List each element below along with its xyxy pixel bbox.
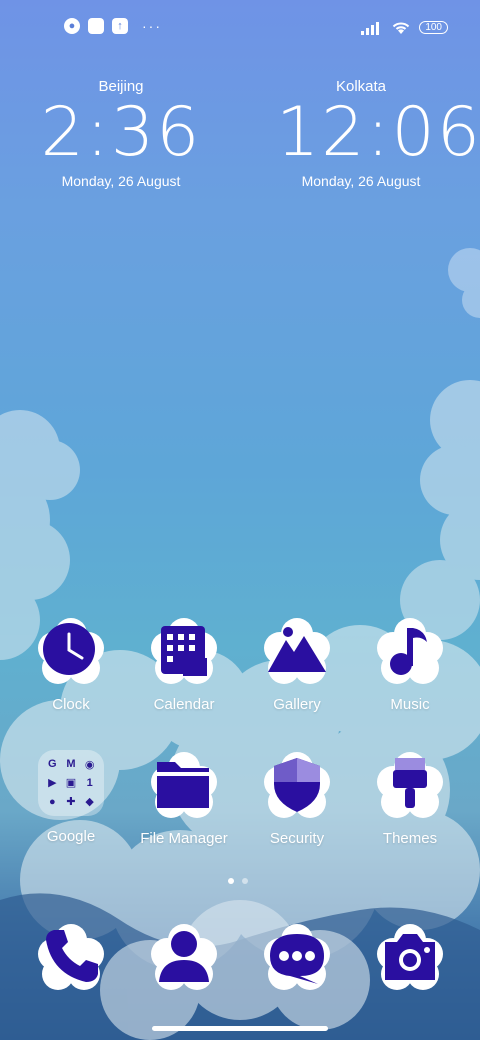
gmail-mini-icon: M — [66, 758, 76, 771]
dock-phone[interactable] — [16, 924, 126, 990]
gmail-mini-icon: G — [48, 758, 57, 771]
phone-icon — [46, 930, 98, 982]
app-label: Gallery — [273, 696, 321, 713]
gallery-icon — [268, 627, 326, 672]
app-folder-google[interactable]: G M ◉ ▶ ▣ 1 ● ✚ ◆ Google — [16, 750, 126, 845]
app-calendar[interactable]: Calendar — [129, 618, 239, 713]
app-label: Music — [390, 696, 430, 713]
app-music[interactable]: Music — [355, 618, 465, 713]
folder-icon — [157, 762, 209, 808]
camera-icon — [385, 934, 435, 980]
app-themes[interactable]: Themes — [355, 752, 465, 847]
page-dot — [242, 878, 248, 884]
calendar-icon — [161, 626, 207, 676]
dock-messages[interactable] — [242, 924, 352, 990]
clock-date: Monday, 26 August — [61, 173, 181, 189]
meet-mini-icon: ▣ — [65, 777, 77, 790]
square-notification-icon — [88, 18, 104, 34]
clock-widget-kolkata[interactable]: Kolkata 12:06 Monday, 26 August — [276, 78, 480, 189]
app-label: Google — [46, 828, 96, 845]
app-file-manager[interactable]: File Manager — [129, 752, 239, 847]
app-security[interactable]: Security — [242, 752, 352, 847]
status-bar: ● ↑ ··· 100 — [0, 14, 480, 42]
upload-icon: ↑ — [112, 18, 128, 34]
more-notifications-icon: ··· — [142, 18, 162, 34]
paint-brush-icon — [393, 758, 427, 808]
battery-indicator: 100 — [419, 21, 448, 34]
shield-icon — [274, 758, 320, 812]
one-mini-icon: 1 — [86, 776, 93, 789]
music-icon — [390, 628, 427, 675]
dock-camera[interactable] — [355, 924, 465, 990]
messages-icon — [270, 934, 324, 984]
app-label: Clock — [52, 696, 90, 713]
pay-mini-icon: ✚ — [66, 796, 76, 809]
app-label: Themes — [382, 830, 438, 847]
photos-mini-icon: ● — [49, 795, 56, 808]
app-label: Calendar — [153, 696, 215, 713]
home-gesture-bar[interactable] — [152, 1026, 328, 1031]
google-folder-icon: G M ◉ ▶ ▣ 1 ● ✚ ◆ — [38, 750, 104, 816]
clock-icon — [43, 623, 95, 675]
app-clock[interactable]: Clock — [16, 618, 126, 713]
contacts-icon — [159, 931, 209, 982]
wallet-mini-icon: ◆ — [85, 796, 94, 809]
app-label: Security — [269, 830, 325, 847]
status-notifications: ● ↑ ··· — [64, 18, 162, 34]
notification-app-icon: ● — [64, 18, 80, 34]
signal-icon — [361, 21, 380, 35]
clock-time: 2:36 — [40, 93, 202, 172]
dock-contacts[interactable] — [129, 924, 239, 990]
wifi-icon — [393, 22, 410, 34]
page-indicator — [228, 878, 248, 884]
app-label: File Manager — [140, 830, 228, 847]
maps-mini-icon: ◉ — [84, 758, 95, 771]
clock-time: 12:06 — [276, 93, 480, 172]
play-mini-icon: ▶ — [48, 777, 57, 790]
clock-widget-beijing[interactable]: Beijing 2:36 Monday, 26 August — [36, 78, 206, 189]
status-indicators: 100 — [361, 20, 448, 35]
app-gallery[interactable]: Gallery — [242, 618, 352, 713]
clock-date: Monday, 26 August — [301, 173, 421, 189]
page-dot-active — [228, 878, 234, 884]
